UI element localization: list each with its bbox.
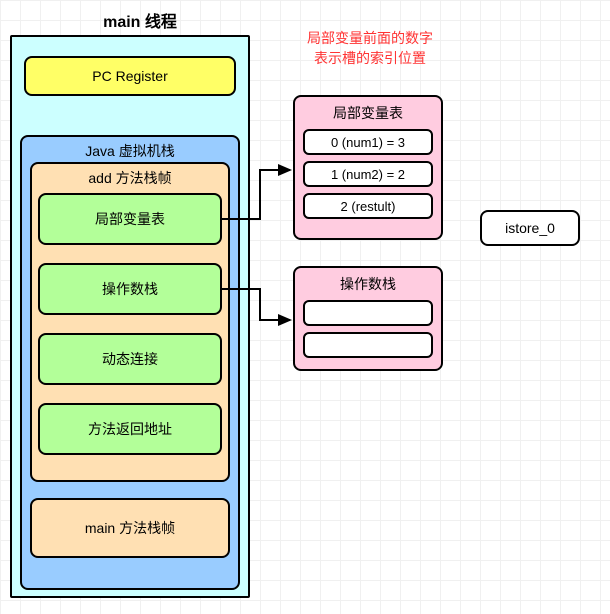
pc-register: PC Register — [24, 56, 236, 96]
jvm-stack-title: Java 虚拟机栈 — [22, 137, 238, 161]
index-note: 局部变量前面的数字 表示槽的索引位置 — [290, 28, 450, 68]
operand-panel: 操作数栈 — [293, 266, 443, 371]
note-line1: 局部变量前面的数字 — [290, 28, 450, 48]
operand-row — [303, 300, 433, 326]
dynamic-linking-section: 动态连接 — [38, 333, 222, 385]
thread-title: main 线程 — [80, 8, 200, 32]
operand-stack-section: 操作数栈 — [38, 263, 222, 315]
local-var-row: 2 (restult) — [303, 193, 433, 219]
local-var-row: 1 (num2) = 2 — [303, 161, 433, 187]
local-variable-table-section: 局部变量表 — [38, 193, 222, 245]
main-stack-frame: main 方法栈帧 — [30, 498, 230, 558]
local-var-panel-title: 局部变量表 — [295, 97, 441, 127]
operand-row — [303, 332, 433, 358]
note-line2: 表示槽的索引位置 — [290, 48, 450, 68]
local-var-row: 0 (num1) = 3 — [303, 129, 433, 155]
instruction-box: istore_0 — [480, 210, 580, 246]
return-address-section: 方法返回地址 — [38, 403, 222, 455]
local-var-panel: 局部变量表 0 (num1) = 3 1 (num2) = 2 2 (restu… — [293, 95, 443, 240]
add-frame-title: add 方法栈帧 — [32, 164, 228, 188]
operand-panel-title: 操作数栈 — [295, 268, 441, 298]
